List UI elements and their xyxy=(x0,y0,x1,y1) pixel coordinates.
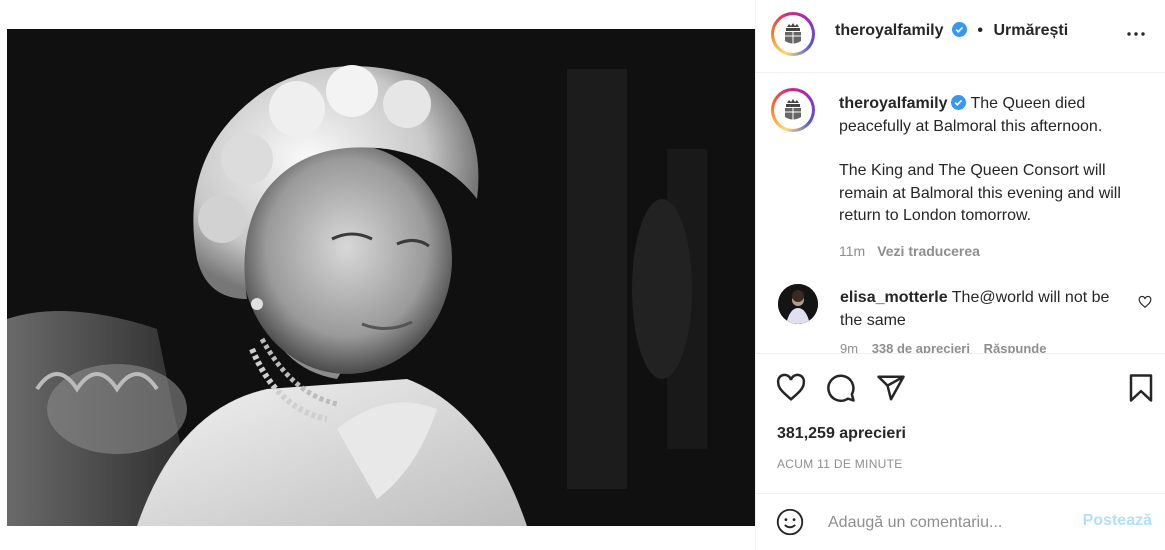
bookmark-icon[interactable] xyxy=(1126,373,1156,403)
post-media-pane xyxy=(0,0,755,550)
post-photo[interactable] xyxy=(7,29,755,526)
following-button[interactable]: Urmărești xyxy=(993,22,1068,39)
caption-avatar[interactable] xyxy=(771,88,815,132)
heart-icon[interactable] xyxy=(776,373,806,403)
caption-username[interactable]: theroyalfamily xyxy=(839,95,947,112)
send-icon[interactable] xyxy=(876,373,906,403)
profile-avatar[interactable] xyxy=(771,12,815,56)
comment-username[interactable]: elisa_motterle xyxy=(840,289,948,306)
portrait-illustration xyxy=(7,29,755,526)
post-comment-button[interactable]: Postează xyxy=(1083,512,1152,530)
comment-input[interactable] xyxy=(826,508,1070,538)
royal-crest-icon xyxy=(776,93,810,127)
comment-body: elisa_motterle The@world will not be the… xyxy=(840,286,1120,332)
add-comment-bar: Postează xyxy=(756,494,1165,550)
comment-like-heart-icon[interactable] xyxy=(1138,295,1152,309)
comment-meta: 9m 338 de aprecieri Răspunde xyxy=(840,341,1047,354)
post-caption: theroyalfamily The Queen died peacefully… xyxy=(839,93,1144,262)
comment-avatar[interactable] xyxy=(778,284,818,324)
emoji-icon[interactable] xyxy=(776,508,804,536)
royal-crest-icon xyxy=(776,17,810,51)
comment-likes[interactable]: 338 de aprecieri xyxy=(872,341,970,353)
comment-icon[interactable] xyxy=(826,373,856,403)
comment-reply-button[interactable]: Răspunde xyxy=(984,341,1047,353)
more-horizontal-icon[interactable] xyxy=(1124,22,1148,46)
post-details-panel: theroyalfamily • Urmărești theroyalfamil… xyxy=(755,0,1165,550)
header-separator: • xyxy=(977,22,983,39)
comments-section[interactable]: theroyalfamily The Queen died peacefully… xyxy=(756,73,1165,354)
post-header: theroyalfamily • Urmărești xyxy=(756,0,1165,73)
likes-count[interactable]: 381,259 aprecieri xyxy=(777,425,906,443)
see-translation-link[interactable]: Vezi traducerea xyxy=(877,243,980,259)
caption-text-line2: The King and The Queen Consort will rema… xyxy=(839,162,1121,224)
verified-badge-icon xyxy=(951,22,967,37)
header-user-line: theroyalfamily • Urmărești xyxy=(835,22,1068,40)
post-timestamp[interactable]: ACUM 11 DE MINUTE xyxy=(777,457,903,471)
verified-badge-icon xyxy=(951,95,967,110)
caption-time: 11m xyxy=(839,242,866,259)
comment-time: 9m xyxy=(840,341,859,354)
header-username[interactable]: theroyalfamily xyxy=(835,22,943,39)
post-actions: 381,259 aprecieri ACUM 11 DE MINUTE xyxy=(756,354,1165,494)
caption-meta: 11m Vezi traducerea xyxy=(839,240,1144,263)
